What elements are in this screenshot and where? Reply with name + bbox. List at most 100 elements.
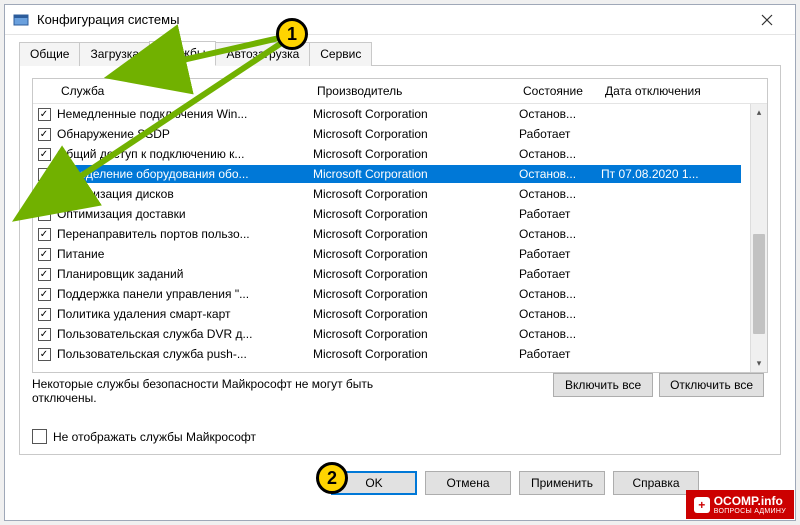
table-row[interactable]: ✓Общий доступ к подключению к...Microsof… [33,144,750,164]
row-checkbox[interactable]: ✓ [33,308,55,321]
table-row[interactable]: ✓Пользовательская служба push-...Microso… [33,344,750,364]
column-service[interactable]: ▲ Служба [55,79,311,103]
scroll-thumb[interactable] [753,234,765,334]
row-checkbox[interactable]: ✓ [33,208,55,221]
close-button[interactable] [747,8,787,32]
cell-date [599,232,741,236]
cell-date [599,292,741,296]
app-icon [13,12,29,28]
hide-ms-label: Не отображать службы Майкрософт [53,430,256,444]
column-manufacturer[interactable]: Производитель [311,79,517,103]
scroll-down-icon[interactable]: ▾ [751,355,767,372]
cell-date: Пт 07.08.2020 1... [599,165,741,183]
cell-manufacturer: Microsoft Corporation [311,105,517,123]
table-row[interactable]: ✓Поддержка панели управления "...Microso… [33,284,750,304]
cell-date [599,252,741,256]
row-checkbox[interactable]: ✓ [33,288,55,301]
row-checkbox[interactable]: ✓ [33,248,55,261]
watermark-main: OCOMP.info [714,494,783,508]
table-row[interactable]: Определение оборудования обо...Microsoft… [33,164,750,184]
tab-tools[interactable]: Сервис [309,42,372,66]
cell-date [599,212,741,216]
cell-status: Работает [517,345,599,363]
cell-manufacturer: Microsoft Corporation [311,185,517,203]
cell-manufacturer: Microsoft Corporation [311,165,517,183]
hide-ms-row: Не отображать службы Майкрософт [32,429,768,444]
cell-service: Политика удаления смарт-карт [55,305,311,323]
cell-status: Работает [517,205,599,223]
column-status[interactable]: Состояние [517,79,599,103]
cell-status: Останов... [517,105,599,123]
table-row[interactable]: ✓Оптимизация дисковMicrosoft Corporation… [33,184,750,204]
table-row[interactable]: ✓Политика удаления смарт-картMicrosoft C… [33,304,750,324]
table-row[interactable]: ✓ПитаниеMicrosoft CorporationРаботает [33,244,750,264]
cell-status: Останов... [517,185,599,203]
row-checkbox[interactable]: ✓ [33,348,55,361]
vertical-scrollbar[interactable]: ▴ ▾ [750,104,767,372]
disable-all-button[interactable]: Отключить все [659,373,764,397]
cell-status: Останов... [517,285,599,303]
row-checkbox[interactable]: ✓ [33,188,55,201]
cell-service: Оптимизация доставки [55,205,311,223]
row-checkbox[interactable]: ✓ [33,268,55,281]
table-row[interactable]: ✓Обнаружение SSDPMicrosoft CorporationРа… [33,124,750,144]
row-checkbox[interactable] [33,168,55,181]
hide-ms-checkbox[interactable] [32,429,47,444]
table-row[interactable]: ✓Оптимизация доставкиMicrosoft Corporati… [33,204,750,224]
cell-date [599,312,741,316]
row-checkbox[interactable]: ✓ [33,228,55,241]
annotation-marker-1: 1 [276,18,308,50]
table-row[interactable]: ✓Немедленные подключения Win...Microsoft… [33,104,750,124]
cell-manufacturer: Microsoft Corporation [311,205,517,223]
listview-body[interactable]: ✓Немедленные подключения Win...Microsoft… [33,104,750,372]
cell-status: Работает [517,245,599,263]
annotation-marker-2: 2 [316,462,348,494]
cell-status: Останов... [517,325,599,343]
tab-boot[interactable]: Загрузка [79,42,150,66]
enable-all-button[interactable]: Включить все [553,373,653,397]
table-row[interactable]: ✓Планировщик заданийMicrosoft Corporatio… [33,264,750,284]
listview-header: ▲ Служба Производитель Состояние Дата от… [33,79,767,104]
cell-date [599,272,741,276]
cell-service: Немедленные подключения Win... [55,105,311,123]
cell-service: Пользовательская служба push-... [55,345,311,363]
cell-manufacturer: Microsoft Corporation [311,325,517,343]
sort-caret-icon: ▲ [179,81,187,90]
cell-date [599,192,741,196]
plus-icon: + [694,497,710,513]
cell-service: Пользовательская служба DVR д... [55,325,311,343]
cell-manufacturer: Microsoft Corporation [311,305,517,323]
window-title: Конфигурация системы [37,12,747,27]
apply-button[interactable]: Применить [519,471,605,495]
row-checkbox[interactable]: ✓ [33,108,55,121]
cell-status: Останов... [517,165,599,183]
cell-manufacturer: Microsoft Corporation [311,345,517,363]
tabstrip: Общие Загрузка Службы Автозагрузка Серви… [19,41,781,66]
cell-status: Останов... [517,225,599,243]
cell-date [599,152,741,156]
row-checkbox[interactable]: ✓ [33,148,55,161]
column-service-label: Служба [61,84,104,98]
tab-services[interactable]: Службы [149,41,216,66]
cell-service: Обнаружение SSDP [55,125,311,143]
scroll-up-icon[interactable]: ▴ [751,104,767,121]
cell-service: Питание [55,245,311,263]
row-checkbox[interactable]: ✓ [33,328,55,341]
cell-service: Планировщик заданий [55,265,311,283]
row-checkbox[interactable]: ✓ [33,128,55,141]
cell-service: Оптимизация дисков [55,185,311,203]
cell-status: Останов... [517,145,599,163]
cancel-button[interactable]: Отмена [425,471,511,495]
cell-date [599,132,741,136]
column-date[interactable]: Дата отключения [599,79,741,103]
services-listview: ▲ Служба Производитель Состояние Дата от… [32,78,768,373]
cell-manufacturer: Microsoft Corporation [311,245,517,263]
tab-general[interactable]: Общие [19,42,80,66]
cell-status: Работает [517,265,599,283]
cell-service: Общий доступ к подключению к... [55,145,311,163]
cell-service: Определение оборудования обо... [55,165,311,183]
table-row[interactable]: ✓Пользовательская служба DVR д...Microso… [33,324,750,344]
cell-status: Работает [517,125,599,143]
cell-date [599,112,741,116]
table-row[interactable]: ✓Перенаправитель портов пользо...Microso… [33,224,750,244]
